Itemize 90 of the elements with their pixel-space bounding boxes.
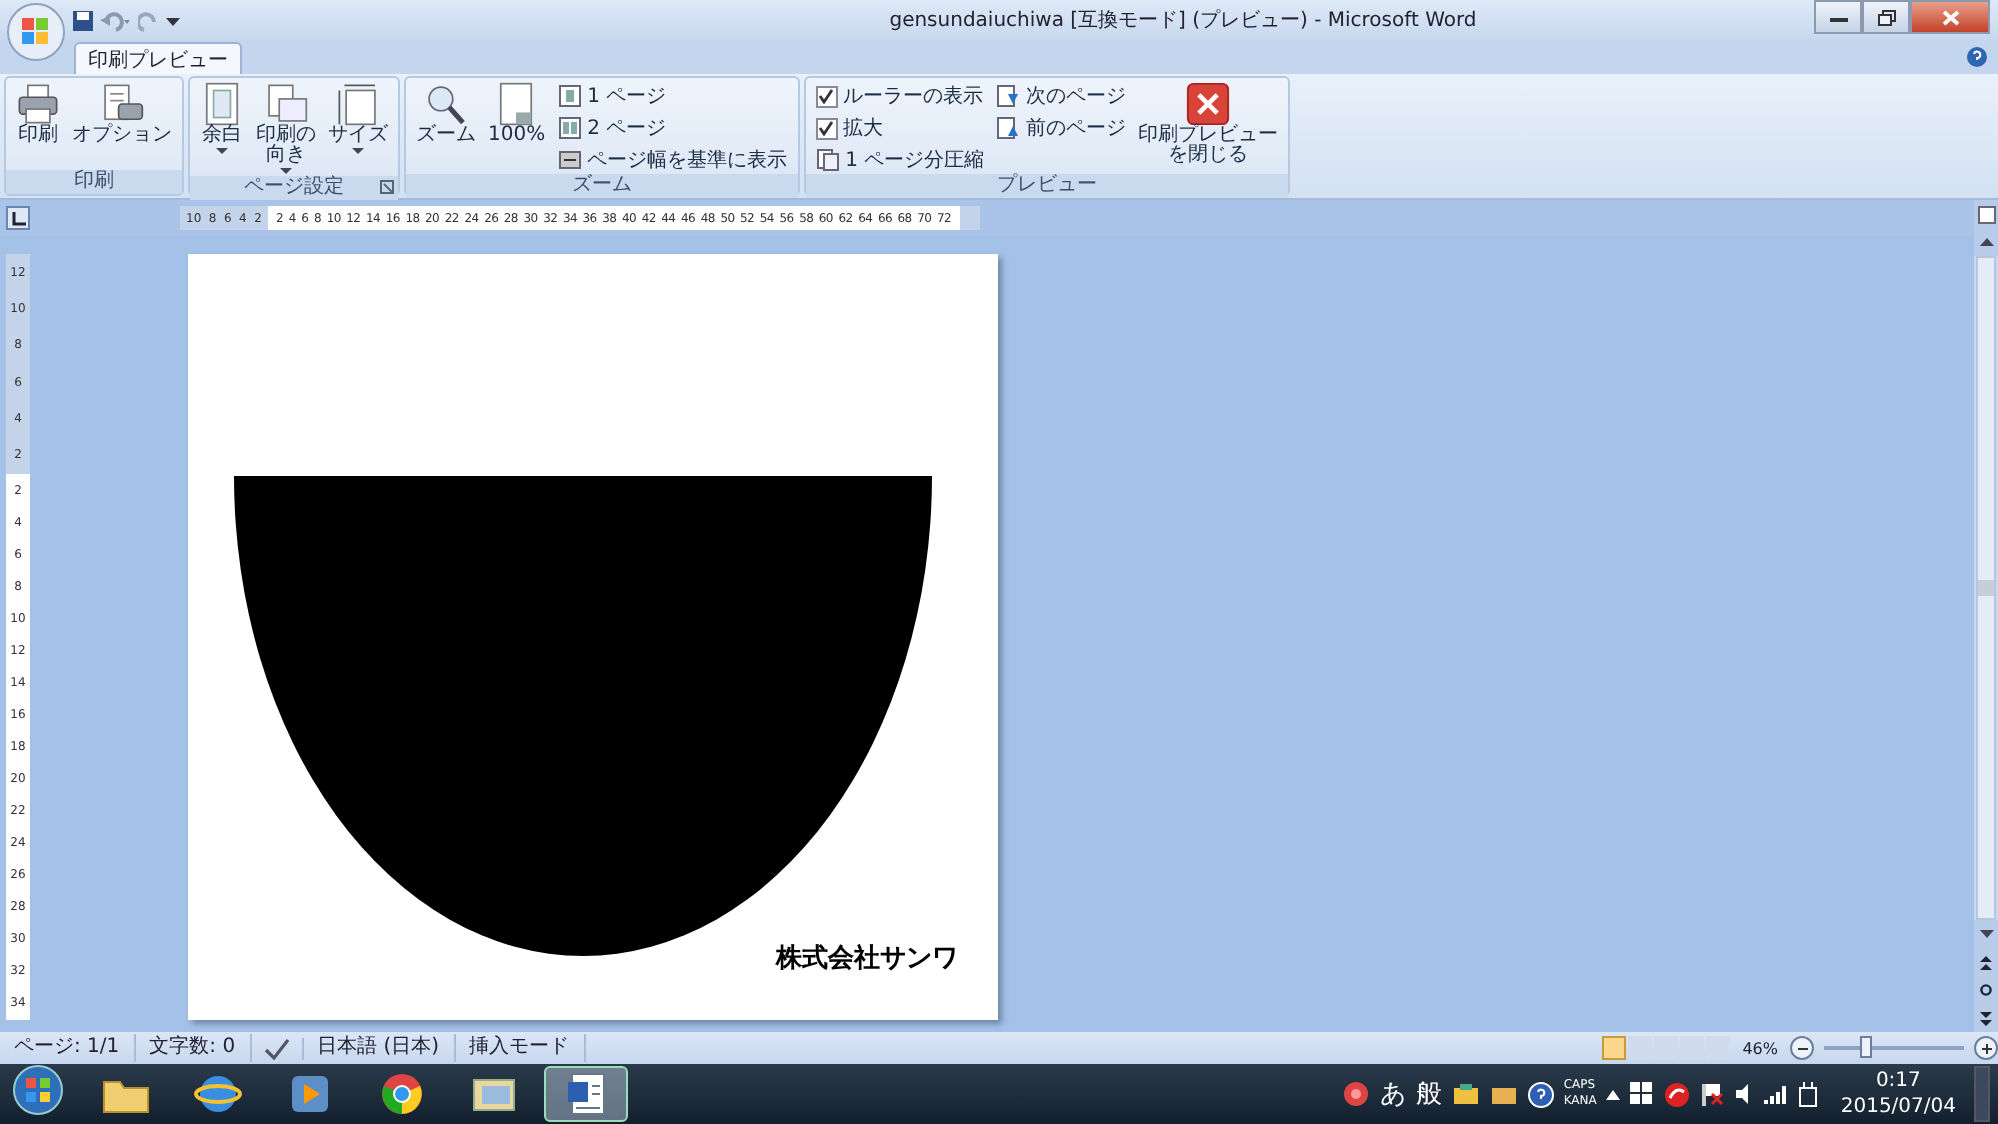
signal-icon[interactable] — [1764, 1084, 1789, 1104]
previous-page-button[interactable] — [1974, 948, 1998, 976]
group-label: 印刷 — [74, 170, 114, 194]
ruler-toggle-button[interactable] — [1974, 200, 1998, 228]
round-icon — [378, 1070, 426, 1118]
tab-selector-button[interactable] — [6, 206, 30, 230]
checkbox-option[interactable]: ルーラーの表示 — [811, 82, 989, 110]
ribbon-button[interactable]: 次のページ — [992, 82, 1131, 110]
ribbon-button[interactable]: 余白 — [196, 80, 248, 176]
page-width-icon — [557, 148, 582, 172]
document-icon — [564, 1070, 608, 1118]
restore-button[interactable] — [1862, 0, 1910, 34]
single-page-icon — [557, 84, 582, 108]
ime-mode[interactable]: 般 — [1415, 1076, 1442, 1112]
dialog-launcher-icon[interactable] — [380, 180, 394, 194]
windows-logo-icon[interactable] — [1630, 1082, 1655, 1106]
checkbox-label: 拡大 — [843, 115, 884, 142]
checkbox[interactable] — [815, 117, 838, 139]
close-icon — [1941, 9, 1959, 25]
next-page-button[interactable] — [1974, 1004, 1998, 1032]
up-arrow-icon — [1979, 238, 1993, 246]
vertical-scrollbar[interactable] — [1974, 200, 1998, 1032]
company-name: 株式会社サンワ — [776, 942, 958, 976]
checkbox[interactable] — [815, 85, 838, 107]
status-text[interactable]: 日本語 (日本) — [303, 1034, 456, 1062]
ribbon-tab[interactable]: 印刷プレビュー — [74, 42, 242, 74]
browse-object-button[interactable] — [1974, 976, 1998, 1004]
circle-icon — [1980, 984, 1992, 996]
ribbon-button[interactable]: サイズ — [324, 80, 392, 176]
taskbar-button[interactable] — [544, 1066, 628, 1122]
pages-icon — [264, 82, 308, 126]
tab-stop-icon — [11, 211, 25, 225]
document-printer-icon — [100, 82, 144, 126]
zoom-level[interactable]: 46% — [1742, 1039, 1778, 1057]
globe-icon — [194, 1070, 242, 1118]
minimize-button[interactable] — [1814, 0, 1862, 34]
printer-icon — [16, 82, 60, 126]
checkbox-label: ルーラーの表示 — [843, 83, 984, 110]
help-icon[interactable] — [1527, 1081, 1554, 1107]
checkbox-option[interactable]: 拡大 — [811, 114, 989, 142]
scroll-down-button[interactable] — [1974, 920, 1998, 948]
ribbon-button[interactable]: ページ幅を基準に表示 — [553, 146, 792, 174]
ime-mode[interactable]: あ — [1379, 1076, 1406, 1112]
tray-expand-icon[interactable] — [1606, 1089, 1621, 1099]
power-plug-icon[interactable] — [1798, 1081, 1819, 1107]
zoom-out-button[interactable] — [1790, 1036, 1814, 1060]
flag-icon[interactable] — [1700, 1082, 1725, 1106]
swirl-icon[interactable] — [1664, 1081, 1691, 1107]
customize-caret-icon[interactable] — [166, 13, 180, 27]
ribbon-button[interactable]: 100% — [484, 80, 550, 174]
group-label: ページ設定 — [244, 176, 344, 200]
status-text[interactable]: 挿入モード — [455, 1034, 586, 1062]
toolbox-icon[interactable] — [1451, 1082, 1480, 1106]
two-pages-icon — [557, 116, 582, 140]
shrink-pages-icon — [815, 148, 840, 172]
clock-time[interactable]: 0:17 — [1875, 1068, 1921, 1094]
clock-date[interactable]: 2015/07/04 — [1840, 1094, 1956, 1120]
close-icon — [1186, 82, 1231, 126]
ribbon-button[interactable]: 1 ページ — [553, 82, 792, 110]
ruler-icon — [1977, 205, 1995, 223]
down-arrow-icon — [1979, 930, 1993, 938]
box-icon[interactable] — [1489, 1082, 1518, 1106]
ruler-margin — [960, 206, 980, 230]
scroll-thumb[interactable] — [1978, 580, 1994, 596]
status-text[interactable]: 文字数: 0 — [135, 1034, 252, 1062]
windows-orb-icon — [12, 1064, 64, 1116]
play-icon — [288, 1072, 332, 1116]
ribbon-button[interactable]: オプション — [68, 80, 176, 170]
scroll-up-button[interactable] — [1974, 228, 1998, 256]
ribbon-button[interactable]: 印刷プレビュー を閉じる — [1134, 80, 1283, 174]
close-button[interactable] — [1910, 0, 1990, 34]
restore-icon — [1877, 9, 1895, 25]
ribbon-button[interactable]: 印刷 — [12, 80, 64, 170]
page-margins-icon — [200, 82, 244, 126]
double-up-arrow-icon — [1980, 955, 1992, 969]
zoom-slider-thumb[interactable] — [1860, 1036, 1872, 1058]
window-title: gensundaiuchiwa [互換モード] (プレビュー) - Microsoft Word — [887, 7, 1479, 34]
status-text[interactable]: ページ: 1/1 — [0, 1034, 136, 1062]
zoom-in-button[interactable] — [1974, 1036, 1998, 1060]
group-label: プレビュー — [996, 174, 1097, 198]
ribbon-button[interactable]: 前のページ — [992, 114, 1131, 142]
magnifier-icon — [424, 82, 468, 126]
ribbon-button[interactable]: 2 ページ — [553, 114, 792, 142]
proofing-check-icon[interactable] — [263, 1037, 290, 1059]
double-down-arrow-icon — [1980, 1011, 1992, 1025]
ribbon-button[interactable]: ズーム — [412, 80, 480, 174]
group-label: ズーム — [571, 174, 632, 198]
save-icon[interactable] — [72, 9, 94, 31]
page-size-icon — [336, 82, 380, 126]
ribbon-button[interactable]: 1 ページ分圧縮 — [811, 146, 989, 174]
